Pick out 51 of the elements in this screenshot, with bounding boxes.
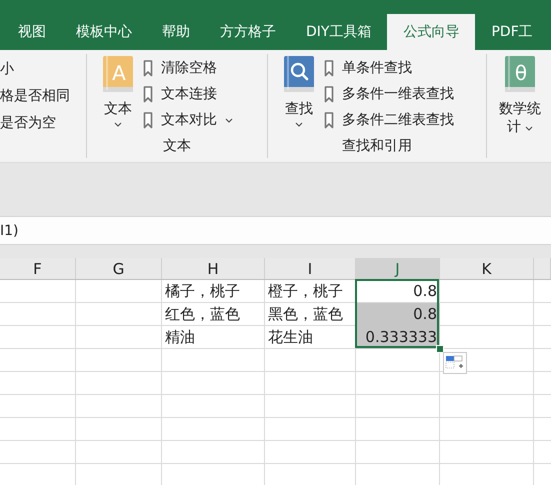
table-cell-text: 橙子，桃子 xyxy=(267,281,344,302)
chevron-down-icon xyxy=(525,126,534,131)
chevron-down-icon xyxy=(295,122,303,127)
bookmark-icon xyxy=(143,60,153,76)
ribbon-tab[interactable]: DIY工具箱 xyxy=(292,14,386,50)
ribbon-command[interactable]: 格是否相同 xyxy=(0,87,86,106)
book-icon: θ xyxy=(505,56,535,92)
ribbon-command[interactable]: 小 xyxy=(0,60,86,79)
bookmark-icon xyxy=(324,112,334,128)
table-cell-text: 精油 xyxy=(164,327,196,348)
book-icon: A xyxy=(103,56,133,92)
ribbon-command[interactable]: 清除空格 xyxy=(143,58,217,78)
ribbon-tab[interactable]: 公式向导 xyxy=(387,14,476,50)
group-label: 文本 xyxy=(162,137,192,156)
quick-analysis-icon[interactable] xyxy=(443,352,467,374)
column-header[interactable]: H xyxy=(162,258,265,279)
table-cell-text: 橘子，桃子 xyxy=(164,281,241,302)
column-header[interactable]: F xyxy=(0,258,76,279)
chevron-down-icon xyxy=(114,122,122,127)
formula-text: I1) xyxy=(0,222,18,238)
ribbon-tab[interactable]: 方方格子 xyxy=(206,14,290,50)
ribbon-command[interactable]: 单条件查找 xyxy=(324,58,412,78)
fill-handle[interactable] xyxy=(436,345,444,353)
ribbon-tab[interactable]: PDF工 xyxy=(477,14,547,50)
table-cell-text: 0.8 xyxy=(412,281,438,302)
table-cell-text: 花生油 xyxy=(267,327,314,348)
group-label: 查找和引用 xyxy=(341,137,413,156)
ribbon-big-button[interactable]: 查找 xyxy=(284,54,314,136)
ribbon-tab[interactable]: 帮助 xyxy=(148,14,204,50)
ribbon-big-button[interactable]: θ 数学统 计 xyxy=(499,54,541,158)
column-header[interactable]: J xyxy=(356,258,440,279)
bookmark-icon xyxy=(324,60,334,76)
ribbon-command[interactable]: 多条件二维表查找 xyxy=(324,110,454,130)
search-book-icon xyxy=(284,56,314,92)
table-cell: 0.8 xyxy=(356,303,440,326)
table-cell-text: 黑色，蓝色 xyxy=(267,304,344,325)
ribbon-tab[interactable]: 视图 xyxy=(4,14,60,50)
formula-bar[interactable]: I1) xyxy=(0,216,551,245)
ribbon-command[interactable]: 是否为空 xyxy=(0,114,86,133)
ribbon-command[interactable]: 多条件一维表查找 xyxy=(324,84,454,104)
table-cell-text: 红色，蓝色 xyxy=(164,304,241,325)
ribbon-tab[interactable]: 模板中心 xyxy=(62,14,146,50)
ribbon-command[interactable]: 文本连接 xyxy=(143,84,217,104)
chevron-down-icon[interactable] xyxy=(225,118,233,122)
bookmark-icon xyxy=(324,86,334,102)
ribbon-big-button[interactable]: A 文本 xyxy=(103,54,133,136)
bookmark-icon xyxy=(143,86,153,102)
ribbon-command[interactable]: 文本对比 xyxy=(143,110,217,130)
column-header[interactable]: K xyxy=(440,258,534,279)
column-header[interactable]: G xyxy=(76,258,162,279)
bookmark-icon xyxy=(143,112,153,128)
